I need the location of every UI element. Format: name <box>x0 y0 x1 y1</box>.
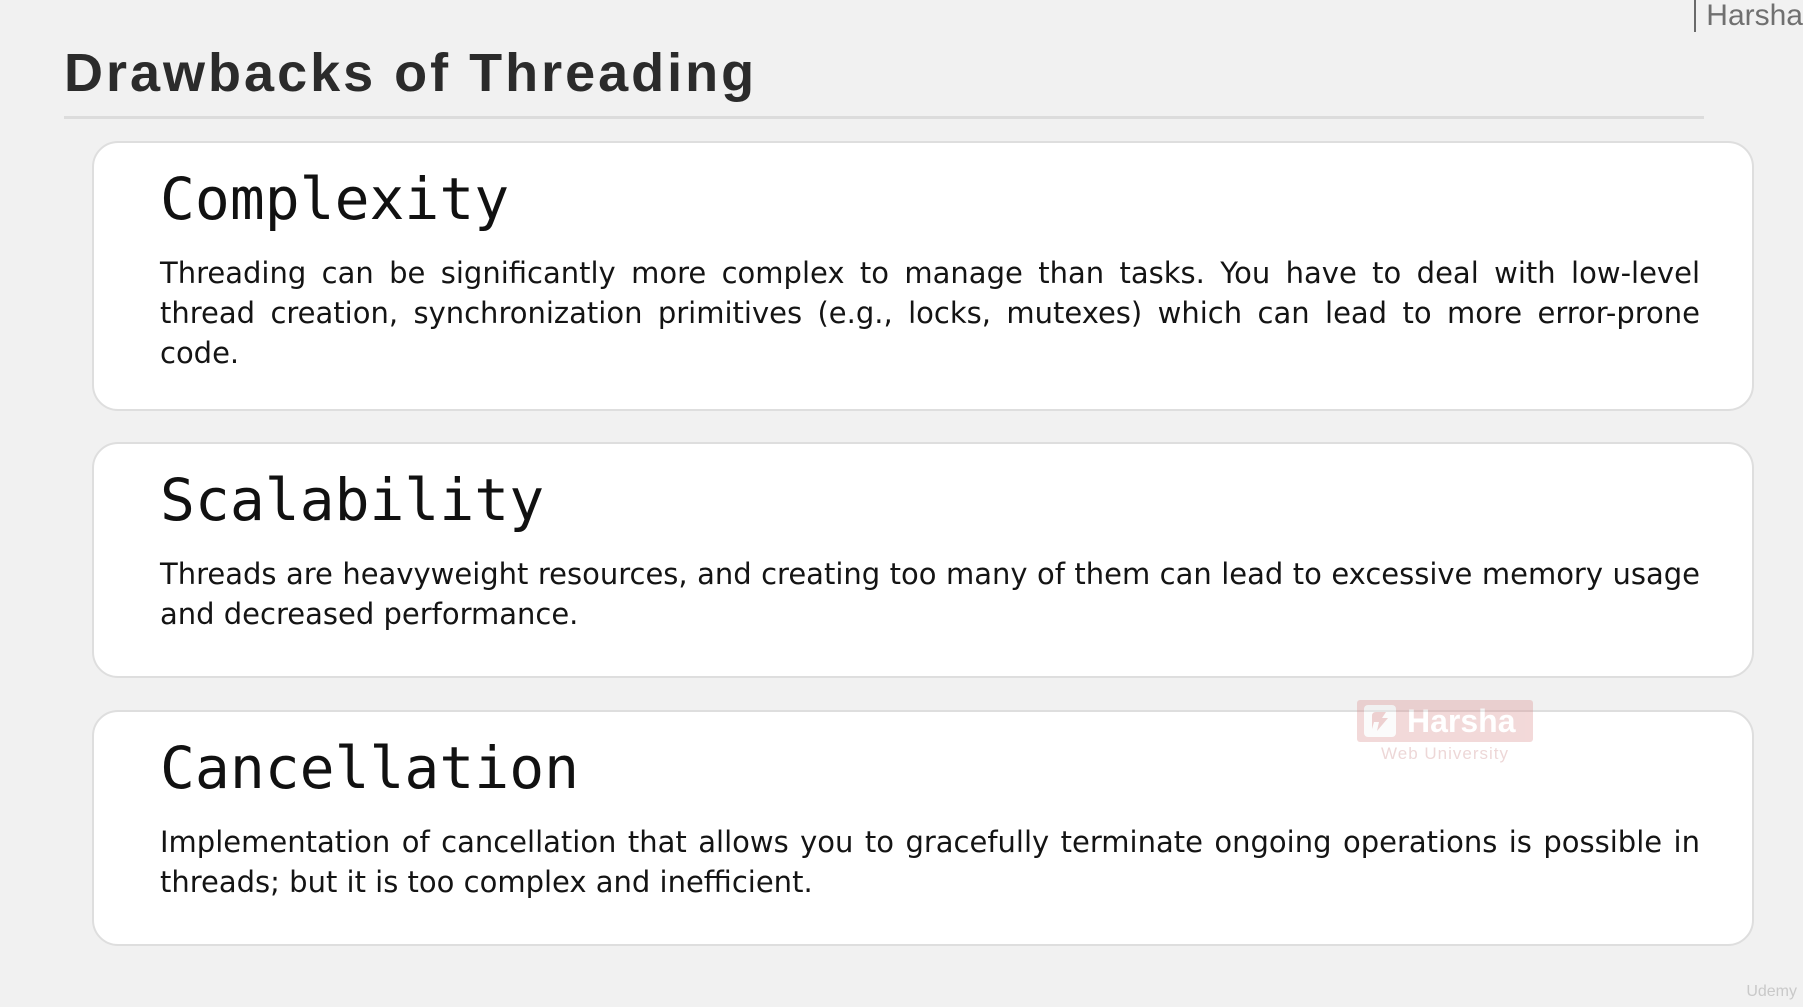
watermark-subtitle: Web University <box>1381 744 1509 763</box>
card-scalability: Scalability Threads are heavyweight reso… <box>92 442 1754 678</box>
watermark-logo: Harsha Web University <box>1357 700 1533 764</box>
card-heading: Complexity <box>160 165 510 233</box>
card-body: Threads are heavyweight resources, and c… <box>160 557 1700 631</box>
platform-watermark: Udemy <box>1746 983 1797 1000</box>
title-divider <box>64 116 1704 119</box>
card-body: Implementation of cancellation that allo… <box>160 825 1700 899</box>
card-complexity: Complexity Threading can be significantl… <box>92 141 1754 411</box>
watermark-name: Harsha <box>1407 703 1516 739</box>
corner-brand-label: Harsha <box>1694 0 1803 32</box>
slide-title: Drawbacks of Threading <box>64 43 758 103</box>
card-heading: Cancellation <box>160 734 580 802</box>
watermark-badge: Harsha <box>1357 700 1533 742</box>
card-body: Threading can be significantly more comp… <box>160 256 1700 370</box>
card-heading: Scalability <box>160 466 545 534</box>
logo-icon <box>1364 705 1396 737</box>
